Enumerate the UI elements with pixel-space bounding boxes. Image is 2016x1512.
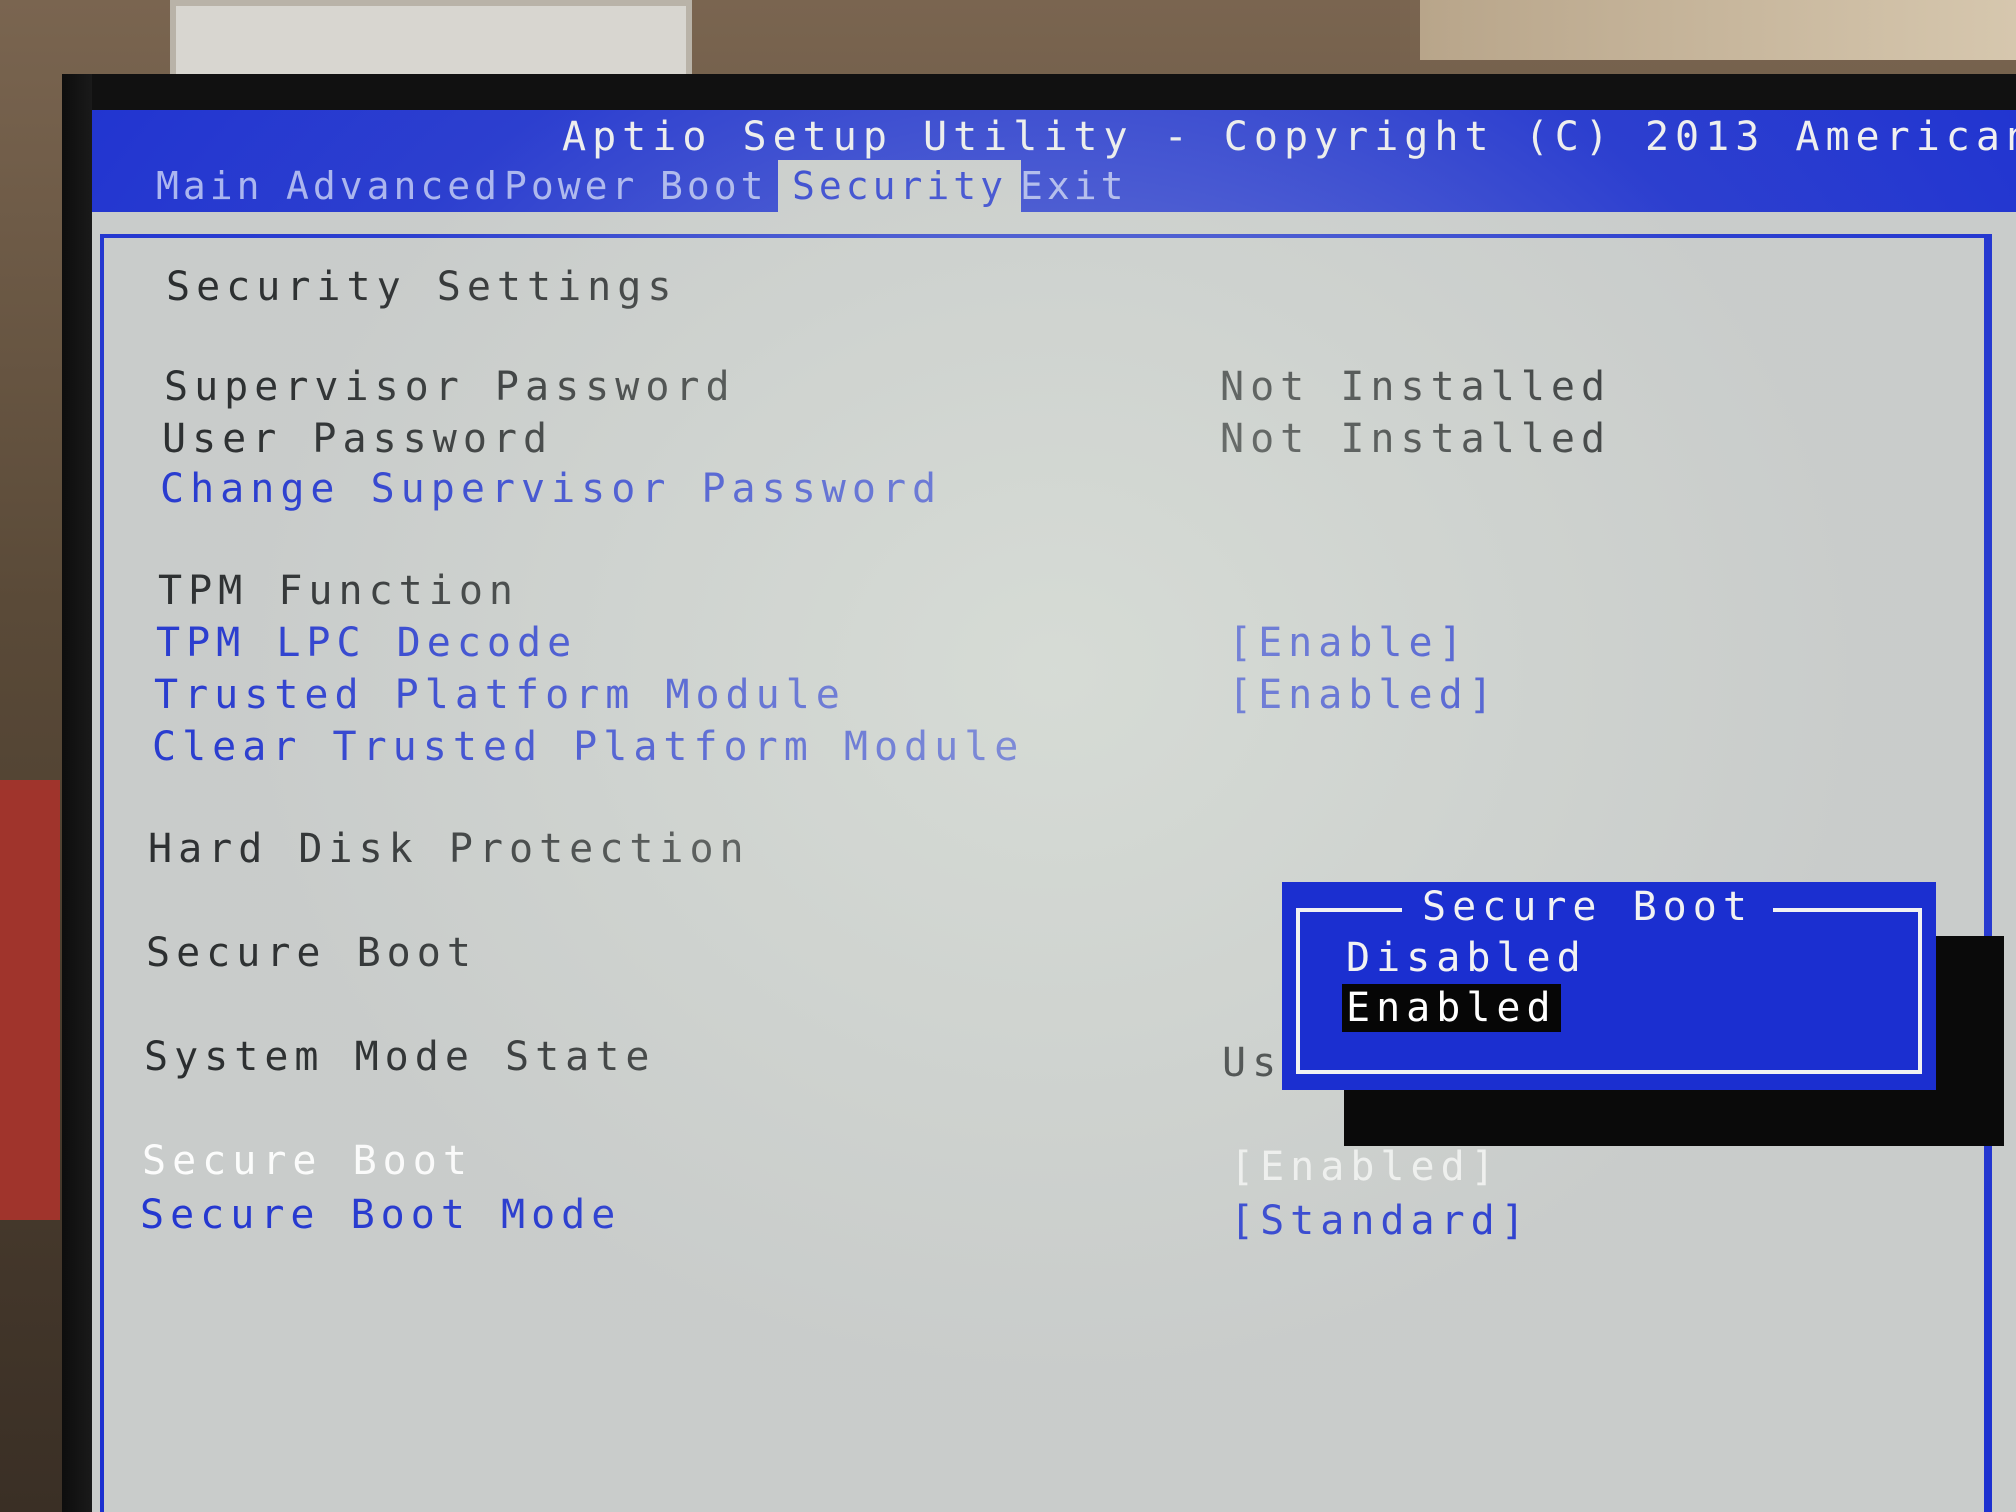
bios-screen: Aptio Setup Utility - Copyright (C) 2013… [92, 110, 2016, 1512]
secure-boot-popup: Secure Boot Disabled Enabled [1282, 882, 1936, 1090]
trusted-platform-module-value[interactable]: [Enabled] [1228, 672, 1499, 718]
red-object [0, 780, 60, 1220]
section-title: Security Settings [166, 264, 678, 310]
monitor-bezel-left [62, 74, 92, 1512]
title-bar: Aptio Setup Utility - Copyright (C) 2013… [92, 110, 2016, 212]
help-panel [1984, 234, 2016, 1512]
tpm-function-label: TPM Function [158, 568, 519, 614]
popup-option-disabled[interactable]: Disabled [1342, 934, 1591, 982]
popup-option-enabled[interactable]: Enabled [1342, 984, 1561, 1032]
user-password-label: User Password [162, 416, 554, 462]
secure-boot-mode-value[interactable]: [Standard] [1230, 1198, 1531, 1244]
tab-bar: Main Advanced Power Boot Security Exit [92, 160, 2016, 212]
tab-boot[interactable]: Boot [646, 160, 782, 212]
secure-boot-mode-item[interactable]: Secure Boot Mode [140, 1192, 621, 1238]
user-password-value: Not Installed [1220, 416, 1612, 462]
wall-picture [170, 0, 692, 82]
tab-advanced[interactable]: Advanced [272, 160, 515, 212]
clear-trusted-platform-module-item[interactable]: Clear Trusted Platform Module [152, 724, 1024, 770]
hard-disk-protection-label: Hard Disk Protection [148, 826, 750, 872]
secure-boot-header-label: Secure Boot [146, 930, 477, 976]
shelf [1420, 0, 2016, 60]
secure-boot-value[interactable]: [Enabled] [1230, 1144, 1501, 1190]
secure-boot-item[interactable]: Secure Boot [142, 1138, 473, 1184]
tab-security[interactable]: Security [778, 160, 1022, 212]
app-title: Aptio Setup Utility - Copyright (C) 2013… [562, 114, 2016, 160]
supervisor-password-label: Supervisor Password [164, 364, 736, 410]
popup-title: Secure Boot [1402, 882, 1773, 932]
tpm-lpc-decode-value[interactable]: [Enable] [1228, 620, 1469, 666]
change-supervisor-password-item[interactable]: Change Supervisor Password [160, 466, 942, 512]
supervisor-password-value: Not Installed [1220, 364, 1612, 410]
system-mode-state-label: System Mode State [144, 1034, 656, 1080]
tpm-lpc-decode-item[interactable]: TPM LPC Decode [156, 620, 577, 666]
tab-power[interactable]: Power [490, 160, 652, 212]
tab-exit[interactable]: Exit [1006, 160, 1142, 212]
trusted-platform-module-item[interactable]: Trusted Platform Module [154, 672, 846, 718]
tab-main[interactable]: Main [142, 160, 278, 212]
